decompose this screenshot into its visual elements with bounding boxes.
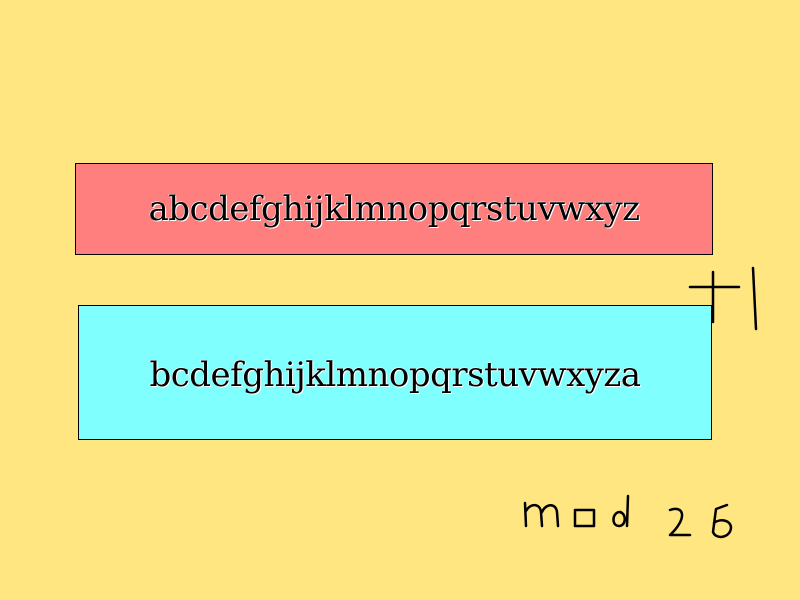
mod-26-annotation	[523, 494, 733, 539]
shifted-alphabet: bcdefghijklmnopqrstuvwxyza	[149, 354, 641, 395]
shifted-alphabet-box: bcdefghijklmnopqrstuvwxyza	[78, 305, 712, 440]
plaintext-alphabet: abcdefghijklmnopqrstuvwxyz	[148, 189, 640, 229]
plaintext-alphabet-box: abcdefghijklmnopqrstuvwxyz	[75, 163, 713, 255]
handwritten-annotations	[523, 266, 758, 539]
